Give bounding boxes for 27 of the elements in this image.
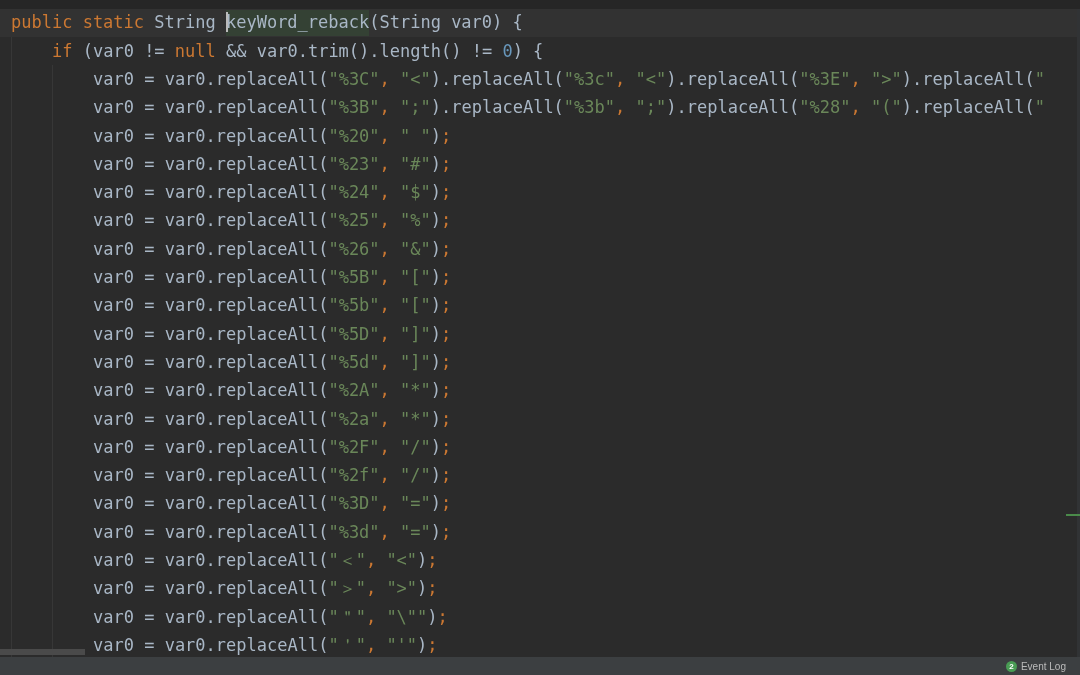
change-marker [1066, 514, 1080, 516]
code-line: var0 = var0.replaceAll("%24", "$"); [93, 181, 452, 205]
code-line: var0 = var0.replaceAll("%2a", "*"); [93, 407, 452, 431]
notification-count: 2 [1005, 660, 1017, 672]
event-log-button[interactable]: 2 Event Log [1005, 658, 1066, 674]
code-line: var0 = var0.replaceAll("%3B", ";").replaceAll("%3b", ";").replaceAll("%28", "(").replaceAll(" [93, 96, 1045, 120]
code-line: var0 = var0.replaceAll("%2A", "*"); [93, 379, 452, 403]
code-line: var0 = var0.replaceAll("%3C", "<").replaceAll("%3c", "<").replaceAll("%3E", ">").replaceAll(" [93, 68, 1045, 91]
code-line: var0 = var0.replaceAll("＞", ">"); [93, 577, 438, 601]
code-line: if (var0 != null && var0.trim().length() != 0) { [52, 39, 544, 63]
code-line: var0 = var0.replaceAll("%3D", "="); [93, 492, 452, 516]
code-line: var0 = var0.replaceAll("%25", "%"); [93, 209, 452, 233]
code-line: public static String keyWord_reback(String var0) { [11, 10, 523, 36]
code-line: var0 = var0.replaceAll("%5d", "]"); [93, 350, 452, 374]
code-line: var0 = var0.replaceAll("%2f", "/"); [93, 464, 452, 488]
code-line: var0 = var0.replaceAll("%5b", "["); [93, 294, 452, 318]
code-line: var0 = var0.replaceAll("%23", "#"); [93, 152, 452, 176]
code-line: var0 = var0.replaceAll("＇", "'"); [93, 633, 438, 657]
code-line: var0 = var0.replaceAll("%26", "&"); [93, 237, 452, 261]
code-line: var0 = var0.replaceAll("＂", "\""); [93, 605, 448, 629]
code-line: var0 = var0.replaceAll("%5B", "["); [93, 266, 452, 290]
code-line: var0 = var0.replaceAll("%3d", "="); [93, 520, 452, 544]
code-line: var0 = var0.replaceAll("＜", "<"); [93, 549, 438, 573]
code-line: var0 = var0.replaceAll("%5D", "]"); [93, 322, 452, 346]
code-line: var0 = var0.replaceAll("%20", " "); [93, 124, 452, 148]
horizontal-scrollbar[interactable] [0, 649, 85, 655]
code-line: var0 = var0.replaceAll("%2F", "/"); [93, 435, 452, 459]
